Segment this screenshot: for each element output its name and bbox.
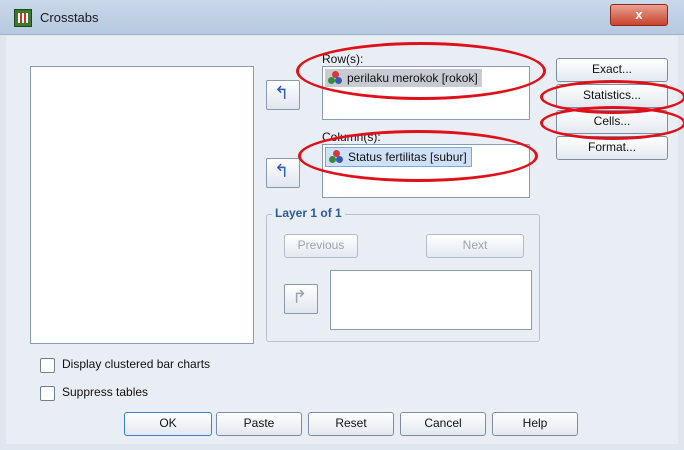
columns-list-item[interactable]: Status fertilitas [subur] — [325, 147, 472, 167]
cells-button[interactable]: Cells... — [556, 110, 668, 134]
crosstabs-app-icon — [14, 9, 32, 27]
help-button[interactable]: Help — [492, 412, 578, 436]
paste-button[interactable]: Paste — [216, 412, 302, 436]
nominal-variable-icon — [329, 150, 343, 164]
previous-button[interactable]: Previous — [284, 234, 358, 258]
rows-listbox[interactable]: perilaku merokok [rokok] — [322, 66, 530, 120]
suppress-tables-checkbox[interactable] — [40, 386, 55, 401]
layer-listbox[interactable] — [330, 270, 532, 330]
crosstabs-dialog: Crosstabs x Row(s): perilaku merokok [ro… — [0, 0, 684, 450]
rows-list-item[interactable]: perilaku merokok [rokok] — [325, 69, 482, 87]
next-button[interactable]: Next — [426, 234, 524, 258]
move-to-columns-button[interactable] — [266, 158, 300, 188]
title-bar: Crosstabs x — [0, 0, 684, 35]
statistics-button[interactable]: Statistics... — [556, 84, 668, 108]
columns-listbox[interactable]: Status fertilitas [subur] — [322, 144, 530, 198]
layer-title: Layer 1 of 1 — [272, 206, 345, 220]
source-variable-list[interactable] — [30, 66, 254, 344]
reset-button[interactable]: Reset — [308, 412, 394, 436]
move-to-rows-button[interactable] — [266, 80, 300, 110]
suppress-tables-label: Suppress tables — [62, 385, 149, 399]
clustered-bar-label: Display clustered bar charts — [62, 357, 211, 371]
nominal-variable-icon — [328, 71, 342, 85]
move-to-layer-button[interactable] — [284, 284, 318, 314]
cancel-button[interactable]: Cancel — [400, 412, 486, 436]
ok-button[interactable]: OK — [124, 412, 212, 436]
rows-item-text: perilaku merokok [rokok] — [347, 71, 478, 85]
columns-label: Column(s): — [322, 130, 381, 144]
rows-label: Row(s): — [322, 52, 364, 66]
columns-item-text: Status fertilitas [subur] — [348, 150, 467, 164]
format-button[interactable]: Format... — [556, 136, 668, 160]
clustered-bar-checkbox[interactable] — [40, 358, 55, 373]
window-title: Crosstabs — [40, 10, 99, 25]
close-button[interactable]: x — [610, 4, 668, 26]
exact-button[interactable]: Exact... — [556, 58, 668, 82]
